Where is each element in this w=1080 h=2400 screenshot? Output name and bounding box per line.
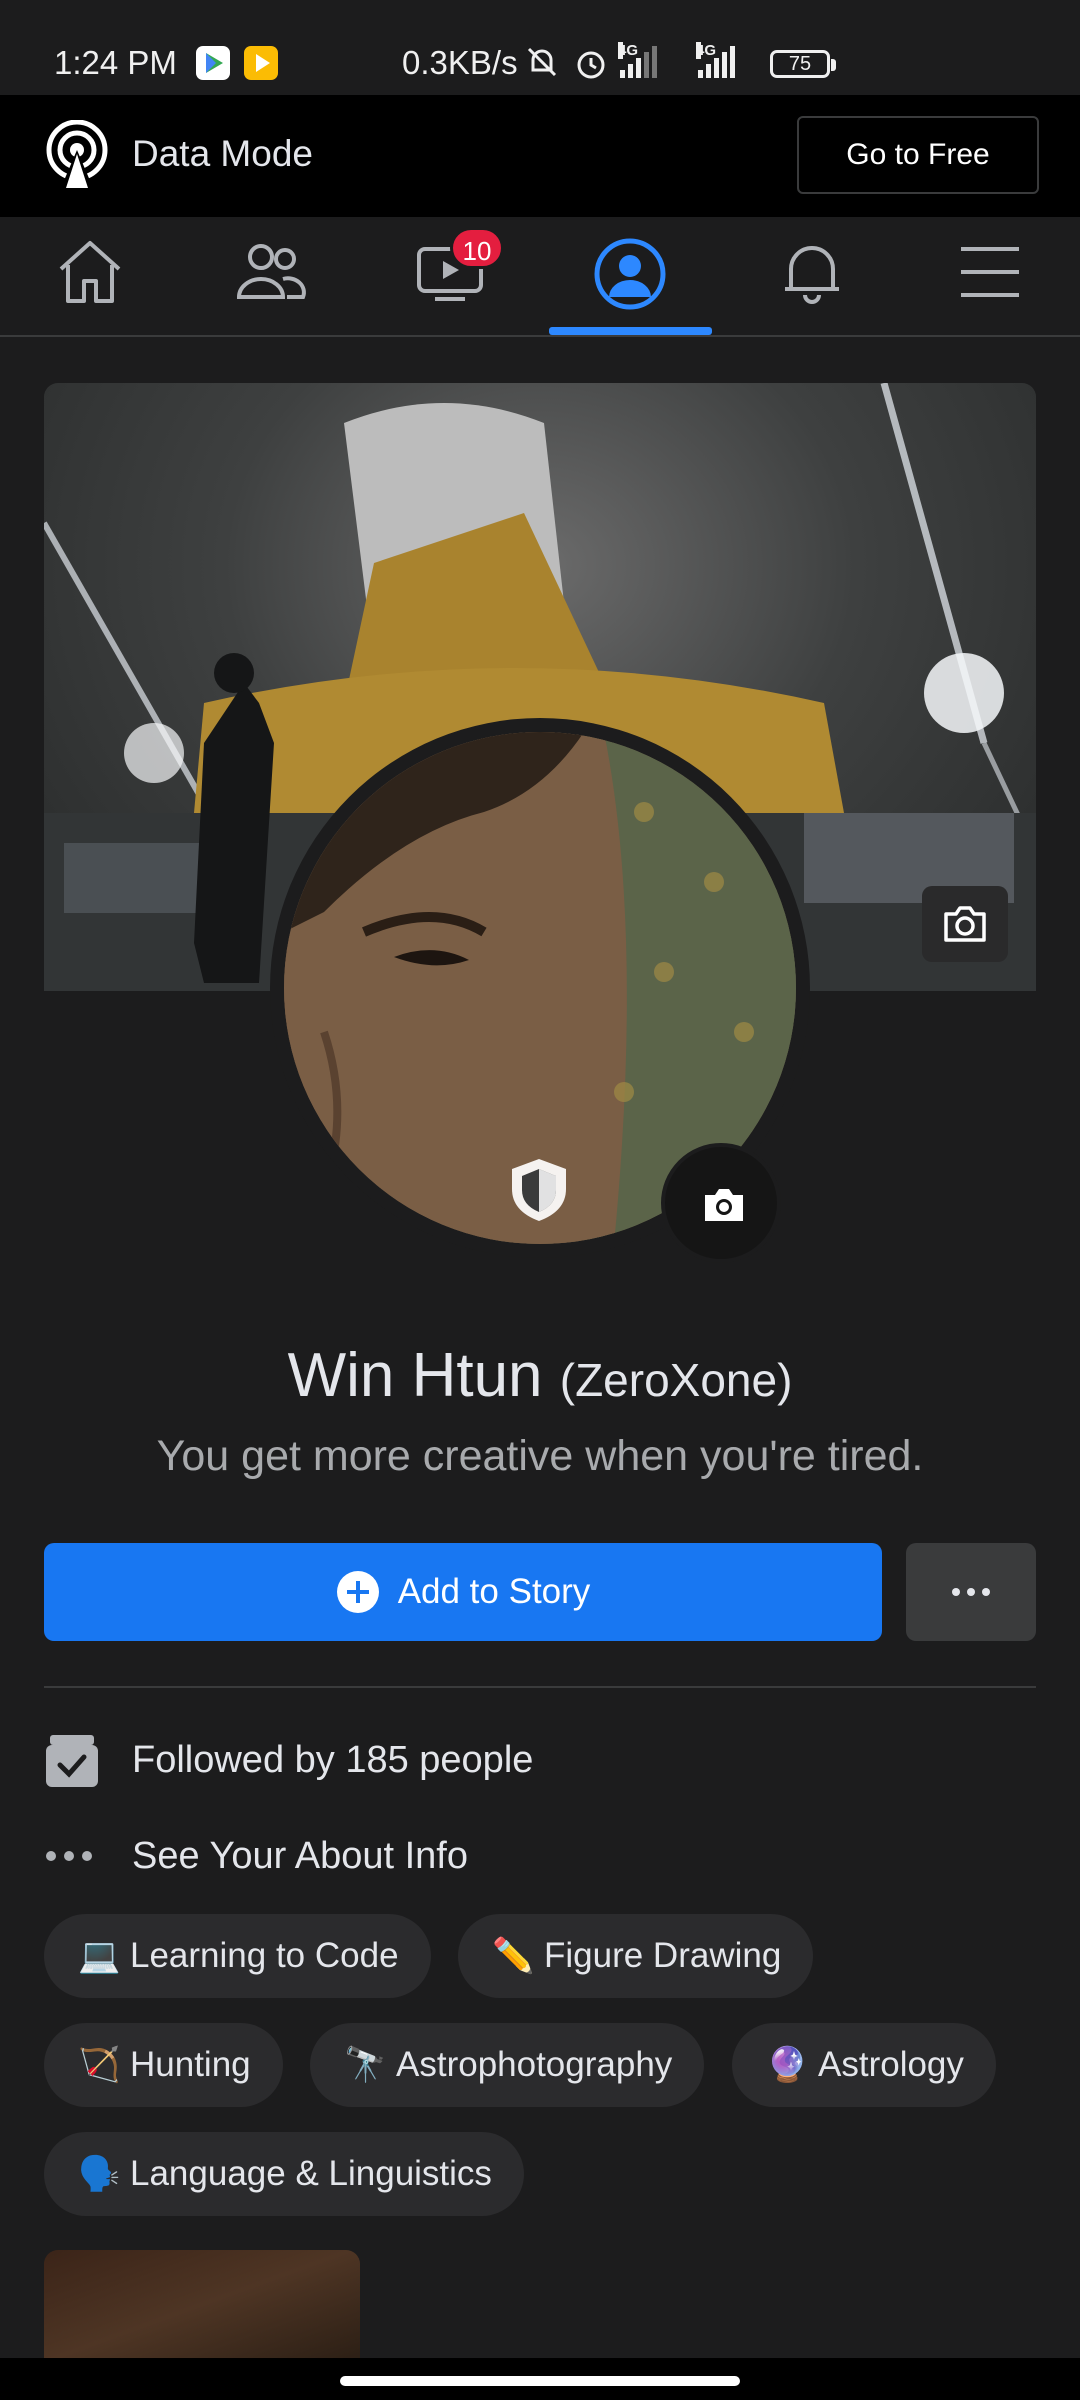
data-mode-label: Data Mode — [132, 133, 313, 174]
laptop-icon: 💻 — [78, 1937, 121, 1975]
home-gesture-handle[interactable] — [340, 2376, 740, 2386]
more-options-button[interactable] — [906, 1543, 1036, 1641]
hobby-label: Astrophotography — [396, 2045, 673, 2084]
edit-profile-picture-button[interactable] — [661, 1143, 781, 1263]
pencil-icon: ✏️ — [492, 1937, 535, 1975]
profile-alternate-name: (ZeroXone) — [559, 1354, 793, 1406]
crystal-ball-icon: 🔮 — [766, 2046, 809, 2084]
hobby-label: Figure Drawing — [544, 1936, 782, 1975]
more-dot — [967, 1588, 975, 1596]
hobby-label: Learning to Code — [130, 1936, 399, 1975]
hobby-label: Hunting — [130, 2045, 251, 2084]
network-speed: 0.3KB/s — [402, 44, 518, 81]
profile-primary-name: Win Htun — [287, 1341, 543, 1410]
hobby-chip[interactable]: 🔮 Astrology — [732, 2023, 996, 2107]
hobby-label: Astrology — [818, 2045, 964, 2084]
nav-menu[interactable] — [910, 217, 1070, 335]
speaking-head-icon: 🗣️ — [78, 2155, 121, 2193]
more-horizontal-icon — [46, 1851, 92, 1861]
nav-notifications[interactable] — [732, 217, 892, 335]
nav-profile[interactable] — [550, 217, 710, 335]
followers-icon — [46, 1735, 98, 1787]
app-notification-icon — [244, 46, 278, 80]
nav-friends[interactable] — [190, 217, 350, 335]
divider — [44, 1686, 1036, 1688]
data-mode-icon — [46, 120, 108, 190]
home-icon — [59, 241, 121, 303]
profile-icon — [594, 238, 666, 310]
hobby-chip[interactable]: 🗣️ Language & Linguistics — [44, 2132, 524, 2216]
followers-text: Followed by 185 people — [132, 1738, 534, 1781]
top-navigation: 10 — [0, 217, 1080, 337]
mute-bell-icon — [527, 47, 557, 77]
watch-badge: 10 — [450, 227, 504, 269]
bow-and-arrow-icon: 🏹 — [78, 2046, 121, 2084]
battery-icon: 75 — [770, 50, 836, 78]
about-info-text: See Your About Info — [132, 1834, 468, 1877]
status-bar: 1:24 PM 0.3KB/s 4G 4G 75 — [0, 0, 1080, 95]
active-tab-indicator — [549, 327, 712, 335]
signal-icon-2: 4G — [696, 42, 735, 78]
telescope-icon: 🔭 — [344, 2046, 387, 2084]
hobby-chip[interactable]: ✏️ Figure Drawing — [458, 1914, 814, 1998]
camera-icon — [705, 1189, 743, 1221]
network-type-2: 4G — [696, 42, 717, 59]
hobby-chip[interactable]: 💻 Learning to Code — [44, 1914, 431, 1998]
profile-bio: You get more creative when you're tired. — [156, 1432, 924, 1480]
bell-icon — [785, 246, 839, 304]
network-type-1: 4G — [618, 42, 639, 59]
hobby-chip[interactable]: 🔭 Astrophotography — [310, 2023, 705, 2107]
data-mode-bar: Data Mode Go to Free — [0, 95, 1080, 217]
about-info-row[interactable]: See Your About Info — [44, 1826, 468, 1886]
hobby-chip[interactable]: 🏹 Hunting — [44, 2023, 283, 2107]
friends-icon — [236, 244, 306, 299]
photo-thumbnail[interactable] — [44, 2250, 360, 2360]
go-to-free-button[interactable]: Go to Free — [797, 116, 1039, 194]
hamburger-menu-icon — [961, 247, 1019, 297]
camera-icon — [944, 906, 986, 942]
nav-watch[interactable] — [370, 217, 530, 335]
play-store-icon — [196, 46, 230, 80]
alarm-icon — [577, 51, 605, 79]
edit-cover-button[interactable] — [922, 886, 1008, 962]
add-to-story-button[interactable]: Add to Story — [44, 1543, 882, 1641]
more-dot — [952, 1588, 960, 1596]
profile-guard-shield-icon — [512, 1159, 566, 1221]
status-time: 1:24 PM — [54, 44, 177, 81]
hobby-label: Language & Linguistics — [130, 2154, 492, 2193]
signal-icon-1: 4G — [618, 42, 657, 78]
plus-circle-icon — [336, 1571, 379, 1613]
add-to-story-label: Add to Story — [397, 1572, 591, 1611]
followers-row[interactable]: Followed by 185 people — [44, 1730, 533, 1790]
nav-home[interactable] — [10, 217, 170, 335]
profile-name: Win Htun (ZeroXone) — [0, 1340, 1080, 1411]
more-dot — [982, 1588, 990, 1596]
